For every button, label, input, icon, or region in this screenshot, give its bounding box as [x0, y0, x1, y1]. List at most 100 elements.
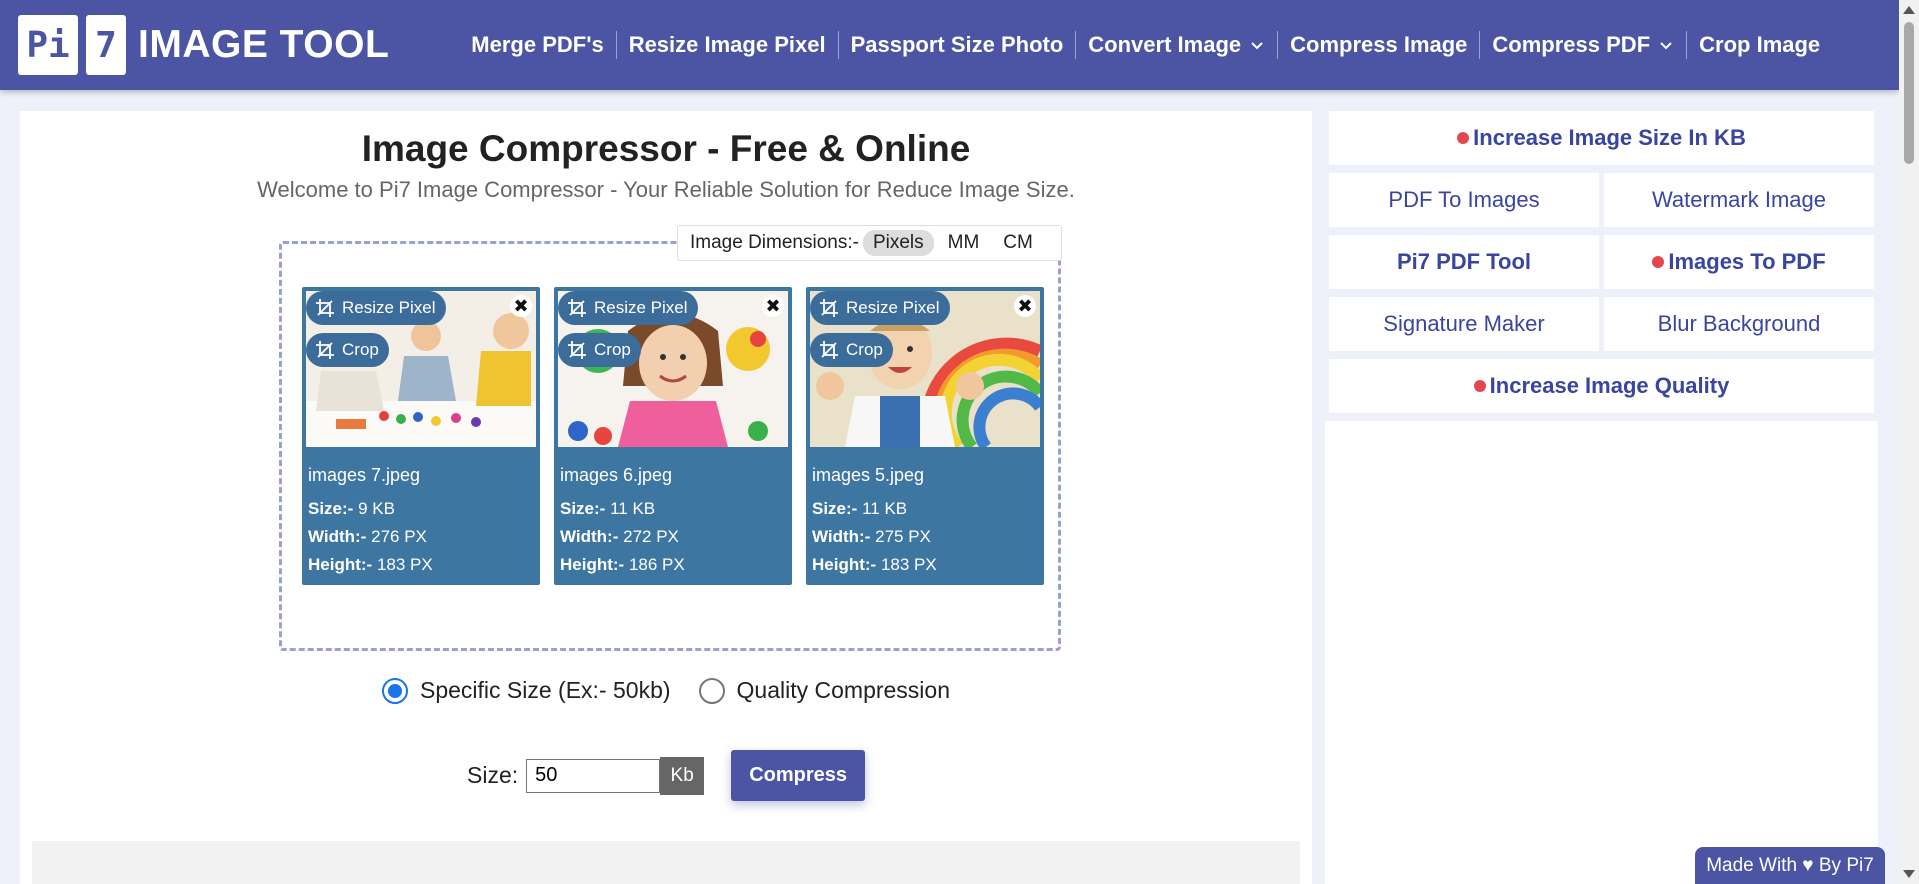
nav-compress-image[interactable]: Compress Image	[1277, 31, 1479, 59]
size-row: Size: Kb Compress	[467, 750, 866, 801]
radio-label: Quality Compression	[736, 677, 950, 703]
mode-quality-compression[interactable]: Quality Compression	[698, 677, 950, 704]
sidebar-link-label: Blur Background	[1657, 311, 1821, 336]
resize-pixel-button[interactable]: Resize Pixel	[810, 291, 950, 325]
meta-value: 183 PX	[376, 555, 433, 574]
compress-button[interactable]: Compress	[731, 750, 866, 801]
red-dot-icon	[1457, 132, 1470, 144]
image-height: Height:- 186 PX	[560, 555, 685, 575]
meta-label: Size:-	[812, 499, 858, 518]
nav-crop-image[interactable]: Crop Image	[1686, 31, 1832, 59]
sidebar-link-pdf-to-images[interactable]: PDF To Images	[1329, 173, 1599, 227]
chip-label: Crop	[594, 340, 631, 359]
crop-icon	[316, 341, 334, 359]
logo-pi: Pi	[18, 15, 78, 75]
bottom-strip	[32, 841, 1300, 884]
sidebar-link-images-to-pdf[interactable]: Images To PDF	[1604, 235, 1874, 289]
size-label: Size:	[467, 762, 519, 788]
mode-specific-size[interactable]: Specific Size (Ex:- 50kb)	[382, 677, 671, 704]
site-logo[interactable]: Pi 7 IMAGE TOOL	[18, 15, 389, 75]
scroll-up-arrow-icon[interactable]	[1903, 6, 1915, 14]
sidebar-link-increase-image-size-kb[interactable]: Increase Image Size In KB	[1329, 111, 1874, 165]
meta-label: Height:-	[560, 555, 625, 574]
radio-specific-size[interactable]	[382, 677, 408, 704]
image-size: Size:- 9 KB	[308, 499, 395, 519]
dimension-option-pixels[interactable]: Pixels	[862, 230, 934, 256]
nav-label: Crop Image	[1699, 32, 1821, 57]
page-subtitle: Welcome to Pi7 Image Compressor - Your R…	[257, 177, 1075, 202]
nav-label: Convert Image	[1088, 32, 1242, 57]
image-width: Width:- 272 PX	[560, 527, 679, 547]
sidebar-link-blur-background[interactable]: Blur Background	[1604, 297, 1874, 351]
page-scrollbar[interactable]	[1899, 0, 1919, 884]
crop-button[interactable]: Crop	[558, 333, 641, 367]
chevron-down-icon	[1660, 42, 1672, 50]
chip-label: Resize Pixel	[342, 298, 436, 317]
nav-compress-pdf[interactable]: Compress PDF	[1479, 31, 1686, 59]
size-unit: Kb	[660, 756, 705, 795]
meta-label: Width:-	[812, 527, 871, 546]
nav-convert-image[interactable]: Convert Image	[1075, 31, 1277, 59]
main-panel: Image Compressor - Free & Online Welcome…	[20, 111, 1312, 884]
chip-label: Crop	[342, 340, 379, 359]
scroll-down-arrow-icon[interactable]	[1903, 870, 1915, 878]
meta-value: 186 PX	[628, 555, 685, 574]
dimension-option-mm[interactable]: MM	[938, 230, 990, 256]
image-height: Height:- 183 PX	[812, 555, 937, 575]
nav-label: Compress PDF	[1492, 32, 1651, 57]
image-width: Width:- 275 PX	[812, 527, 931, 547]
red-dot-icon	[1652, 256, 1665, 268]
size-input[interactable]	[526, 758, 661, 793]
image-card: Resize Pixel Crop ✖ images 5.jpeg Size:-…	[806, 287, 1044, 585]
image-filename: images 6.jpeg	[560, 465, 673, 485]
image-filename: images 5.jpeg	[812, 465, 925, 485]
compression-mode: Specific Size (Ex:- 50kb) Quality Compre…	[20, 677, 1312, 704]
red-dot-icon	[1473, 380, 1486, 392]
meta-value: 272 PX	[623, 527, 679, 546]
crop-icon	[820, 341, 838, 359]
chip-label: Resize Pixel	[846, 298, 940, 317]
image-dimensions-selector: Image Dimensions:- Pixels MM CM	[677, 225, 1062, 261]
sidebar-link-signature-maker[interactable]: Signature Maker	[1329, 297, 1599, 351]
sidebar-link-label: Signature Maker	[1383, 311, 1545, 336]
made-with-love-badge[interactable]: Made With ♥ By Pi7	[1695, 847, 1885, 884]
sidebar-link-label: Watermark Image	[1651, 187, 1826, 212]
meta-value: 9 KB	[358, 499, 395, 518]
meta-value: 11 KB	[610, 499, 656, 518]
meta-value: 183 PX	[880, 555, 937, 574]
nav-resize-image-pixel[interactable]: Resize Image Pixel	[615, 31, 838, 59]
nav-merge-pdfs[interactable]: Merge PDF's	[459, 31, 615, 59]
crop-icon	[568, 299, 586, 317]
sidebar-link-label: Increase Image Quality	[1489, 373, 1730, 398]
sidebar-link-pi7-pdf-tool[interactable]: Pi7 PDF Tool	[1329, 235, 1599, 289]
resize-pixel-button[interactable]: Resize Pixel	[558, 291, 698, 325]
crop-button[interactable]: Crop	[810, 333, 893, 367]
image-size: Size:- 11 KB	[560, 499, 655, 519]
resize-pixel-button[interactable]: Resize Pixel	[306, 291, 446, 325]
nav-passport-size-photo[interactable]: Passport Size Photo	[837, 31, 1076, 59]
sidebar-link-increase-image-quality[interactable]: Increase Image Quality	[1329, 359, 1874, 413]
meta-label: Size:-	[560, 499, 606, 518]
logo-seven: 7	[86, 15, 126, 75]
image-card: Resize Pixel Crop ✖ images 6.jpeg Size:-…	[554, 287, 792, 585]
image-card: Resize Pixel Crop ✖ images 7.jpeg Size:-…	[302, 287, 540, 585]
sidebar-link-label: Images To PDF	[1668, 249, 1826, 274]
nav-label: Resize Image Pixel	[628, 32, 826, 57]
remove-image-close-icon[interactable]: ✖	[510, 295, 532, 317]
sidebar-link-label: Increase Image Size In KB	[1473, 125, 1746, 150]
nav-label: Merge PDF's	[471, 32, 604, 57]
remove-image-close-icon[interactable]: ✖	[762, 295, 784, 317]
image-filename: images 7.jpeg	[308, 465, 421, 485]
remove-image-close-icon[interactable]: ✖	[1014, 295, 1036, 317]
image-height: Height:- 183 PX	[308, 555, 433, 575]
image-size: Size:- 11 KB	[812, 499, 907, 519]
nav-label: Passport Size Photo	[850, 32, 1064, 57]
nav-label: Compress Image	[1290, 32, 1468, 57]
crop-button[interactable]: Crop	[306, 333, 389, 367]
chip-label: Crop	[846, 340, 883, 359]
dimension-option-cm[interactable]: CM	[993, 230, 1043, 256]
scroll-thumb[interactable]	[1904, 22, 1914, 164]
radio-quality-compression[interactable]	[698, 677, 725, 704]
meta-label: Height:-	[812, 555, 877, 574]
sidebar-link-watermark-image[interactable]: Watermark Image	[1604, 173, 1874, 227]
